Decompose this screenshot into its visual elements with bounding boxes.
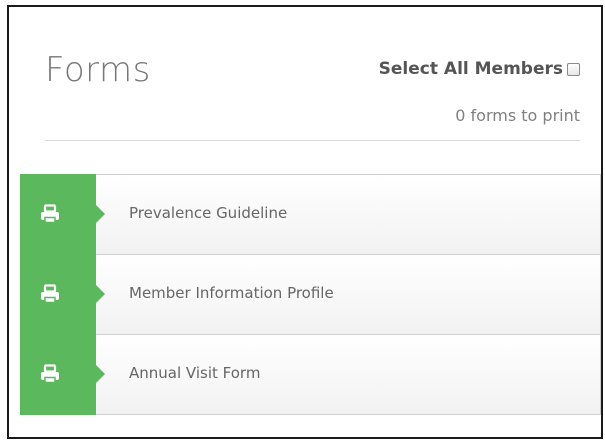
print-button[interactable] [20,334,105,415]
select-all-checkbox[interactable] [567,62,580,76]
forms-to-print-count: 0 forms to print [455,106,580,125]
printer-icon [41,364,59,384]
form-list: Prevalence Guideline Member Information … [20,174,601,415]
form-label: Prevalence Guideline [129,204,288,222]
forms-panel: Forms Select All Members 0 forms to prin… [7,5,603,439]
print-button[interactable] [20,254,105,335]
forms-header: Forms Select All Members 0 forms to prin… [45,7,580,141]
select-all-members[interactable]: Select All Members [379,59,580,79]
form-row-prevalence-guideline[interactable]: Prevalence Guideline [20,174,601,255]
form-row-annual-visit-form[interactable]: Annual Visit Form [20,334,601,415]
form-label: Member Information Profile [129,284,334,302]
form-label: Annual Visit Form [129,364,261,382]
printer-icon [41,204,59,224]
page-title: Forms [45,50,151,90]
select-all-label: Select All Members [378,59,563,79]
printer-icon [41,284,59,304]
form-row-member-information-profile[interactable]: Member Information Profile [20,254,601,335]
print-button[interactable] [20,174,105,255]
